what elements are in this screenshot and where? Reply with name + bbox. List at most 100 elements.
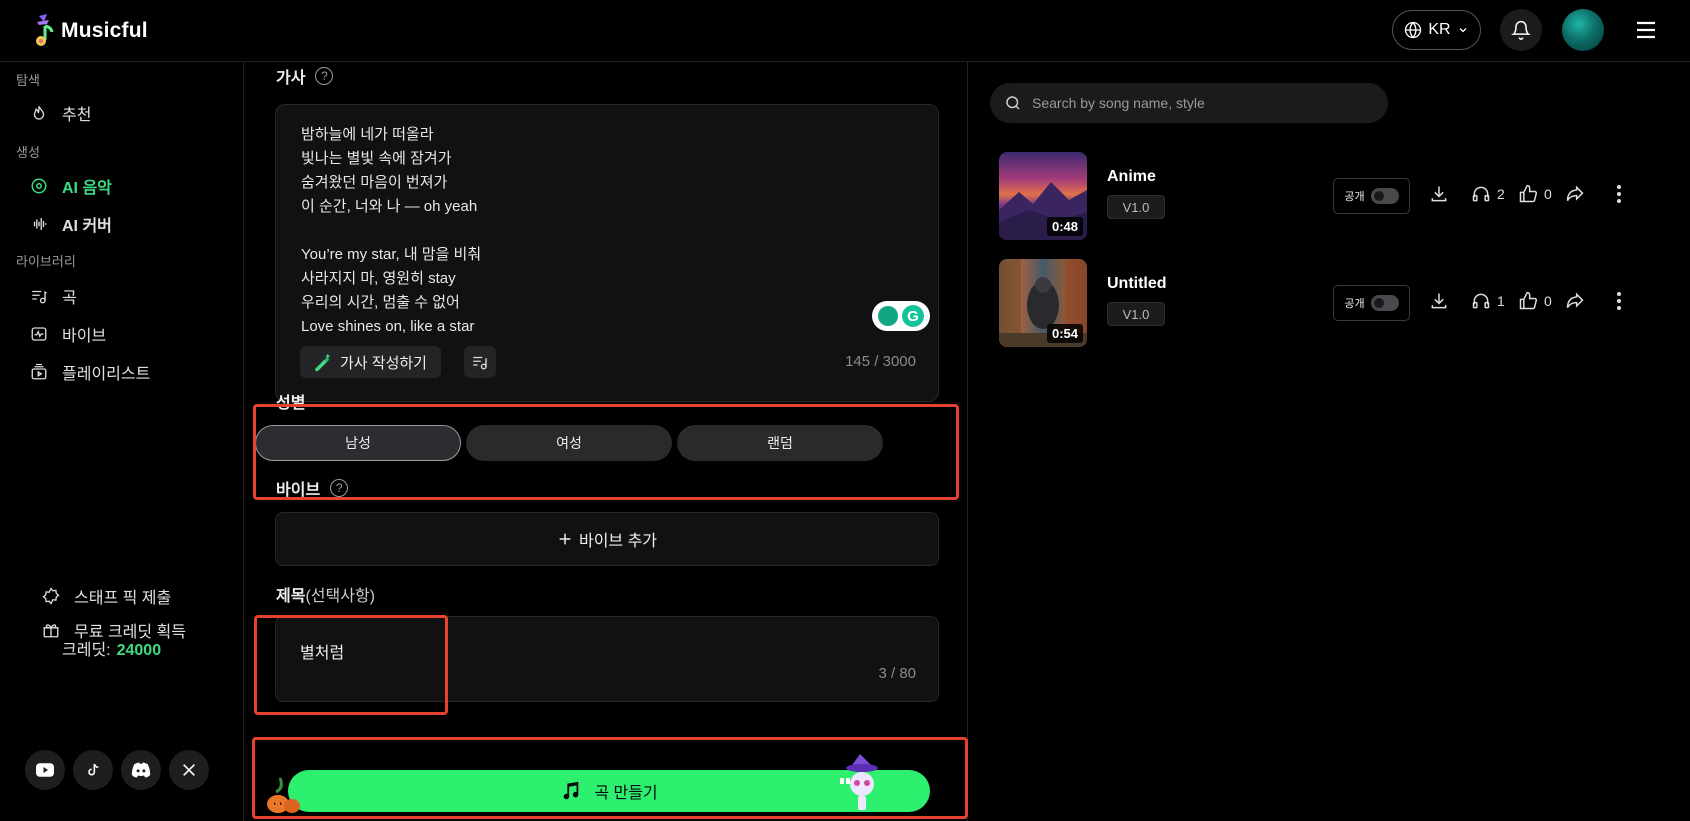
title-highlight-box <box>254 615 448 715</box>
sidebar-item-recommend[interactable]: 추천 <box>30 101 91 125</box>
search-input[interactable] <box>1032 95 1372 111</box>
lyrics-content[interactable]: 밤하늘에 네가 떠올라 빛나는 별빛 속에 잠겨가 숨겨왔던 마음이 번져가 이… <box>301 123 481 339</box>
version-badge: V1.0 <box>1107 302 1165 326</box>
flame-icon <box>33 106 45 120</box>
magic-pen-icon <box>315 353 331 372</box>
credits-value: 24000 <box>116 642 162 659</box>
credits-label: 크레딧: <box>62 642 111 659</box>
write-lyrics-button[interactable]: 가사 작성하기 <box>300 346 441 378</box>
playlist-icon <box>31 363 47 380</box>
download-button[interactable] <box>1429 291 1449 311</box>
staff-pick-link[interactable]: 스태프 픽 제출 <box>42 584 171 608</box>
app-name: Musicful <box>61 19 148 42</box>
grammarly-g-icon: G <box>902 305 924 327</box>
song-row[interactable]: 0:48 Anime V1.0 공개 2 0 <box>999 152 1659 242</box>
create-highlight-box <box>252 737 968 819</box>
more-options-button[interactable] <box>1616 291 1622 311</box>
more-options-button[interactable] <box>1616 184 1622 204</box>
headphones-icon <box>1472 186 1490 202</box>
title-optional-label: (선택사항) <box>305 588 375 605</box>
song-search[interactable] <box>990 83 1388 123</box>
bell-icon <box>1511 20 1531 40</box>
language-label: KR <box>1428 21 1451 38</box>
thumbs-up-icon <box>1519 184 1538 203</box>
sidebar-item-ai-cover[interactable]: AI 커버 <box>30 212 112 236</box>
grammarly-widget[interactable]: G <box>872 301 930 331</box>
section-create: 생성 <box>16 145 40 160</box>
help-icon[interactable]: ? <box>315 67 334 85</box>
headphones-icon <box>1472 293 1490 309</box>
version-badge: V1.0 <box>1107 195 1165 219</box>
x-button[interactable] <box>169 750 209 790</box>
sidebar: 탐색 추천 생성 AI 음악 AI 커버 라이브러리 곡 바이브 플레이리스트 … <box>0 62 244 821</box>
pulse-icon <box>31 327 47 341</box>
share-button[interactable] <box>1565 184 1585 204</box>
download-icon <box>1431 186 1447 202</box>
music-list-icon <box>32 290 47 304</box>
language-selector[interactable]: KR <box>1392 10 1481 50</box>
song-thumbnail[interactable]: 0:54 <box>999 259 1087 347</box>
grammarly-bulb-icon <box>878 306 898 326</box>
like-button[interactable]: 0 <box>1518 184 1552 204</box>
sidebar-item-songs[interactable]: 곡 <box>30 284 77 308</box>
toggle-switch[interactable] <box>1370 188 1399 204</box>
title-label: 제목(선택사항) <box>276 588 375 605</box>
public-toggle[interactable]: 공개 <box>1333 285 1410 321</box>
song-thumbnail[interactable]: 0:48 <box>999 152 1087 240</box>
song-duration: 0:54 <box>1046 324 1083 343</box>
lyrics-char-counter: 145 / 3000 <box>845 353 916 370</box>
plus-icon <box>559 533 571 545</box>
music-disc-icon <box>31 178 47 194</box>
title-char-counter: 3 / 80 <box>878 665 916 682</box>
song-duration: 0:48 <box>1046 217 1083 236</box>
discord-button[interactable] <box>121 750 161 790</box>
lyrics-textarea[interactable]: 밤하늘에 네가 떠올라 빛나는 별빛 속에 잠겨가 숨겨왔던 마음이 번져가 이… <box>275 104 939 402</box>
share-icon <box>1566 185 1584 202</box>
lyrics-template-button[interactable] <box>464 346 496 378</box>
lyrics-label: 가사 ? <box>276 64 334 88</box>
section-explore: 탐색 <box>16 73 40 88</box>
tiktok-icon <box>88 763 99 776</box>
youtube-icon <box>36 763 54 777</box>
musicful-logo-icon <box>33 14 57 48</box>
music-list-icon <box>473 356 487 370</box>
app-logo[interactable]: Musicful <box>33 14 148 48</box>
song-title[interactable]: Untitled <box>1107 275 1167 293</box>
share-icon <box>1566 292 1584 309</box>
user-avatar[interactable] <box>1562 9 1604 51</box>
toggle-switch[interactable] <box>1370 295 1399 311</box>
thumbs-up-icon <box>1519 291 1538 310</box>
more-vertical-icon <box>1617 185 1621 203</box>
download-icon <box>1431 293 1447 309</box>
song-row[interactable]: 0:54 Untitled V1.0 공개 1 0 <box>999 259 1659 349</box>
search-icon <box>1006 96 1020 110</box>
gift-icon <box>43 624 59 638</box>
hamburger-menu-button[interactable] <box>1634 18 1658 42</box>
add-vibe-button[interactable]: 바이브 추가 <box>275 512 939 566</box>
gender-highlight-box <box>253 404 959 500</box>
globe-icon <box>1405 21 1422 39</box>
share-button[interactable] <box>1565 291 1585 311</box>
sidebar-item-playlist[interactable]: 플레이리스트 <box>30 360 150 384</box>
like-button[interactable]: 0 <box>1518 291 1552 311</box>
download-button[interactable] <box>1429 184 1449 204</box>
chevron-down-icon <box>1459 28 1467 33</box>
song-title[interactable]: Anime <box>1107 168 1156 186</box>
public-toggle[interactable]: 공개 <box>1333 178 1410 214</box>
notifications-button[interactable] <box>1500 9 1542 51</box>
tiktok-button[interactable] <box>73 750 113 790</box>
plays-count: 1 <box>1471 291 1505 311</box>
section-library: 라이브러리 <box>16 254 76 269</box>
plays-count: 2 <box>1471 184 1505 204</box>
discord-icon <box>131 762 151 778</box>
youtube-button[interactable] <box>25 750 65 790</box>
credits-display: 크레딧: 24000 <box>62 636 161 660</box>
top-header: Musicful KR <box>0 0 1690 62</box>
badge-icon <box>42 587 60 605</box>
waveform-icon <box>33 218 47 230</box>
sidebar-item-ai-music[interactable]: AI 음악 <box>30 174 112 198</box>
more-vertical-icon <box>1617 292 1621 310</box>
menu-icon <box>1637 21 1655 39</box>
sidebar-item-vibe[interactable]: 바이브 <box>30 322 106 346</box>
x-icon <box>183 764 195 776</box>
